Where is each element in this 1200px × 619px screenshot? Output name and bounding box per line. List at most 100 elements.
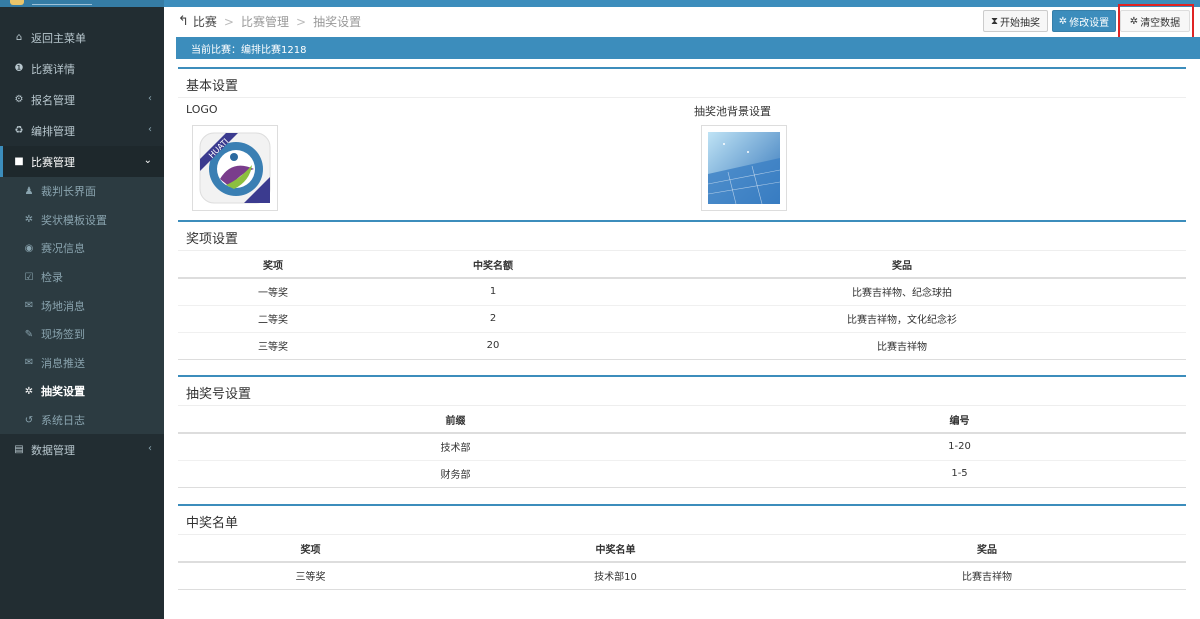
content-header: ↰ 比赛 > 比赛管理 > 抽奖设置 ⧗ 开始抽奖 ✲ 修改设置 ✲ 清空数据: [178, 4, 1196, 39]
sidebar-subitem-venue-messages[interactable]: ✉ 场地消息: [0, 291, 164, 320]
table-cell: 比赛吉祥物、纪念球拍: [618, 278, 1186, 306]
user-icon: ♟: [24, 185, 34, 197]
sidebar-item-details[interactable]: ❶ 比赛详情: [0, 53, 164, 84]
sidebar-submenu: ♟ 裁判长界面 ✲ 奖状模板设置 ◉ 赛况信息 ☑ 检录 ✉ 场地消息 ✎ 现场…: [0, 177, 164, 435]
table-row: 技术部 1-20: [178, 433, 1186, 461]
basic-settings-panel: 基本设置 LOGO HUATI 抽奖池背景设置: [178, 67, 1186, 223]
table-cell: 比赛吉祥物，文化纪念衫: [618, 305, 1186, 333]
table-row: 三等奖 20 比赛吉祥物: [178, 332, 1186, 360]
column-header: 前缀: [178, 406, 733, 434]
column-header: 奖项: [178, 251, 368, 279]
sidebar-item-registration[interactable]: ⚙ 报名管理 ‹: [0, 84, 164, 115]
app-logo[interactable]: [0, 0, 164, 7]
edit-icon: ✎: [24, 328, 34, 340]
gear-icon: ✲: [24, 214, 34, 226]
sidebar-item-home[interactable]: ⌂ 返回主菜单: [0, 22, 164, 53]
sidebar-item-arrangement[interactable]: ♻ 编排管理 ‹: [0, 115, 164, 146]
sidebar-subitem-label: 现场签到: [41, 328, 85, 342]
sidebar-subitem-onsite-signin[interactable]: ✎ 现场签到: [0, 320, 164, 349]
main-content: ↰ 比赛 > 比赛管理 > 抽奖设置 ⧗ 开始抽奖 ✲ 修改设置 ✲ 清空数据 …: [164, 4, 1200, 619]
recycle-icon: ♻: [14, 125, 24, 136]
sidebar-item-label: 比赛详情: [31, 62, 75, 76]
sidebar-subitem-match-info[interactable]: ◉ 赛况信息: [0, 234, 164, 263]
section-title: 中奖名单: [178, 506, 1186, 535]
chevron-left-icon: ‹: [148, 443, 152, 455]
chevron-left-icon: ‹: [148, 93, 152, 104]
breadcrumb-separator: >: [296, 14, 307, 29]
sidebar: ⌂ 返回主菜单 ❶ 比赛详情 ⚙ 报名管理 ‹ ♻ 编排管理 ‹ ■ 比赛管理 …: [0, 7, 164, 619]
sidebar-subitem-push[interactable]: ✉ 消息推送: [0, 349, 164, 378]
table-cell: 技术部: [178, 433, 733, 461]
logo-image[interactable]: HUATI: [192, 125, 278, 211]
comments-icon: ✉: [24, 300, 34, 312]
section-title: 抽奖号设置: [178, 377, 1186, 406]
cogs-icon: ⚙: [14, 94, 24, 105]
clear-data-button[interactable]: ✲ 清空数据: [1120, 10, 1190, 32]
breadcrumb-current: 抽奖设置: [313, 15, 362, 29]
prize-table: 奖项 中奖名额 奖品 一等奖 1 比赛吉祥物、纪念球拍 二等奖 2 比赛吉祥物，…: [178, 251, 1186, 360]
sidebar-subitem-label: 场地消息: [41, 299, 85, 313]
table-cell: 1-20: [733, 433, 1186, 461]
eye-icon: ◉: [24, 242, 34, 254]
square-icon: ■: [14, 156, 24, 167]
sidebar-subitem-label: 系统日志: [41, 414, 85, 428]
sidebar-subitem-referee[interactable]: ♟ 裁判长界面: [0, 177, 164, 206]
table-row: 财务部 1-5: [178, 460, 1186, 488]
sidebar-item-data-management[interactable]: ▤ 数据管理 ‹: [0, 434, 164, 465]
sidebar-item-label: 返回主菜单: [31, 31, 86, 45]
table-cell: 一等奖: [178, 278, 368, 306]
modify-settings-button[interactable]: ✲ 修改设置: [1052, 10, 1116, 32]
breadcrumb: ↰ 比赛 > 比赛管理 > 抽奖设置: [178, 13, 361, 30]
table-row: 二等奖 2 比赛吉祥物，文化纪念衫: [178, 305, 1186, 333]
column-header: 中奖名单: [443, 535, 788, 563]
sidebar-item-label: 数据管理: [31, 443, 75, 457]
back-icon[interactable]: ↰: [178, 14, 189, 29]
winners-panel: 中奖名单 奖项 中奖名单 奖品 三等奖 技术部10 比赛吉祥物: [178, 504, 1186, 590]
sidebar-subitem-label: 抽奖设置: [41, 385, 85, 399]
table-cell: 比赛吉祥物: [618, 332, 1186, 360]
logo-mark-icon: [10, 0, 24, 5]
sidebar-subitem-system-log[interactable]: ↺ 系统日志: [0, 406, 164, 435]
start-lottery-button[interactable]: ⧗ 开始抽奖: [983, 10, 1048, 32]
table-header-row: 奖项 中奖名单 奖品: [178, 535, 1186, 563]
table-cell: 三等奖: [178, 332, 368, 360]
sidebar-subitem-label: 消息推送: [41, 356, 85, 370]
sidebar-item-label: 报名管理: [31, 93, 75, 107]
hourglass-icon: ⧗: [990, 15, 999, 27]
start-lottery-label: 开始抽奖: [1000, 17, 1041, 29]
modify-settings-label: 修改设置: [1069, 17, 1110, 29]
home-icon: ⌂: [15, 32, 23, 43]
background-image[interactable]: [701, 125, 787, 211]
table-row: 三等奖 技术部10 比赛吉祥物: [178, 562, 1186, 590]
section-title: 基本设置: [178, 69, 1186, 98]
table-cell: 财务部: [178, 460, 733, 488]
info-icon: ❶: [14, 63, 24, 74]
breadcrumb-separator: >: [223, 14, 234, 29]
table-cell: 1-5: [733, 460, 1186, 488]
prize-settings-panel: 奖项设置 奖项 中奖名额 奖品 一等奖 1 比赛吉祥物、纪念球拍 二等奖 2 比…: [178, 220, 1186, 360]
sidebar-item-match-management[interactable]: ■ 比赛管理 ⌄: [0, 146, 164, 177]
column-header: 奖项: [178, 535, 443, 563]
gear-icon: ✲: [1129, 15, 1139, 27]
clear-data-label: 清空数据: [1140, 17, 1181, 29]
current-match-banner: 当前比赛：编排比赛1218: [176, 37, 1200, 59]
sidebar-subitem-checkin[interactable]: ☑ 检录: [0, 263, 164, 292]
chevron-down-icon: ⌄: [143, 155, 152, 166]
history-icon: ↺: [24, 414, 34, 426]
column-header: 奖品: [618, 251, 1186, 279]
table-cell: 20: [368, 332, 618, 360]
column-header: 中奖名额: [368, 251, 618, 279]
sidebar-subitem-certificate-template[interactable]: ✲ 奖状模板设置: [0, 206, 164, 235]
background-label: 抽奖池背景设置: [694, 105, 771, 118]
logo-label: LOGO: [186, 103, 218, 116]
sidebar-subitem-lottery-settings[interactable]: ✲ 抽奖设置: [0, 377, 164, 406]
column-header: 奖品: [788, 535, 1186, 563]
gear-icon: ✲: [1058, 15, 1068, 27]
breadcrumb-middle[interactable]: 比赛管理: [241, 13, 289, 30]
lottery-number-panel: 抽奖号设置 前缀 编号 技术部 1-20 财务部 1-5: [178, 375, 1186, 488]
winners-table: 奖项 中奖名单 奖品 三等奖 技术部10 比赛吉祥物: [178, 535, 1186, 590]
table-cell: 技术部10: [443, 562, 788, 590]
breadcrumb-root[interactable]: 比赛: [193, 13, 217, 30]
comments-icon: ✉: [24, 357, 34, 369]
section-title: 奖项设置: [178, 222, 1186, 251]
